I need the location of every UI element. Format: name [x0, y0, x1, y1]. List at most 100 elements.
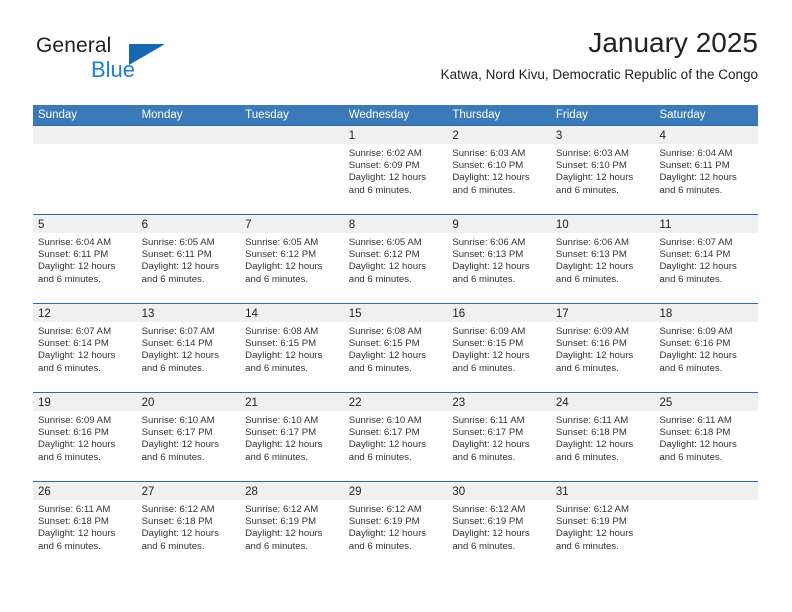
daylight-text-line1: Daylight: 12 hours — [348, 439, 427, 451]
sunrise-text: Sunrise: 6:09 AM — [659, 326, 733, 337]
sunset-text: Sunset: 6:17 PM — [141, 427, 213, 439]
sunset-text: Sunset: 6:18 PM — [555, 427, 627, 439]
daylight-text-line2: and 6 minutes. — [452, 184, 516, 196]
weekday-header-row: Sunday Monday Tuesday Wednesday Thursday… — [33, 105, 758, 125]
day-cell[interactable]: 2 Sunrise: 6:03 AM Sunset: 6:10 PM Daylight… — [447, 126, 551, 214]
day-cell[interactable]: 21 Sunrise: 6:10 AM Sunset: 6:17 PM Dayligh… — [240, 393, 344, 481]
daylight-text-line2: and 6 minutes. — [348, 540, 412, 552]
sunset-text: Sunset: 6:14 PM — [659, 249, 731, 261]
week-row: 1 Sunrise: 6:02 AM Sunset: 6:09 PM Daylight… — [33, 125, 759, 214]
day-number: 7 — [245, 219, 252, 231]
day-number: 24 — [555, 397, 569, 409]
weekday-header-friday: Friday — [555, 109, 588, 121]
day-number: 16 — [452, 308, 466, 320]
day-number: 2 — [452, 130, 459, 142]
day-number: 11 — [659, 219, 672, 231]
day-cell[interactable]: 24 Sunrise: 6:11 AM Sunset: 6:18 PM Dayligh… — [550, 393, 655, 481]
day-cell[interactable]: 26 Sunrise: 6:11 AM Sunset: 6:18 PM Dayligh… — [33, 482, 137, 570]
day-number: 4 — [659, 130, 666, 142]
daylight-text-line2: and 6 minutes. — [555, 540, 619, 552]
day-cell[interactable]: 1 Sunrise: 6:02 AM Sunset: 6:09 PM Daylight… — [343, 126, 448, 214]
day-cell[interactable]: 16 Sunrise: 6:09 AM Sunset: 6:15 PM Dayligh… — [447, 304, 551, 392]
sunrise-text: Sunrise: 6:11 AM — [555, 415, 629, 426]
day-cell[interactable]: 27 Sunrise: 6:12 AM Sunset: 6:18 PM Dayligh… — [136, 482, 241, 570]
day-cell[interactable]: 6 Sunrise: 6:05 AM Sunset: 6:11 PM Daylight… — [136, 215, 241, 303]
daylight-text-line2: and 6 minutes. — [141, 540, 205, 552]
logo-text-blue: Blue — [91, 57, 136, 82]
daylight-text-line1: Daylight: 12 hours — [141, 439, 219, 451]
sunrise-text: Sunrise: 6:05 AM — [245, 237, 319, 248]
logo-text-general: General — [36, 34, 112, 57]
daylight-text-line2: and 6 minutes. — [555, 273, 619, 285]
day-number: 5 — [38, 219, 45, 231]
weekday-header-sunday: Sunday — [38, 109, 78, 121]
sunset-text: Sunset: 6:14 PM — [38, 338, 109, 350]
day-cell[interactable]: 20 Sunrise: 6:10 AM Sunset: 6:17 PM Dayligh… — [136, 393, 241, 481]
day-cell[interactable] — [33, 126, 137, 214]
day-cell[interactable]: 29 Sunrise: 6:12 AM Sunset: 6:19 PM Dayligh… — [343, 482, 448, 570]
day-cell[interactable] — [136, 126, 241, 214]
sunrise-text: Sunrise: 6:09 AM — [452, 326, 526, 337]
day-cell[interactable]: 17 Sunrise: 6:09 AM Sunset: 6:16 PM Dayligh… — [550, 304, 655, 392]
day-number: 15 — [348, 308, 362, 320]
daylight-text-line2: and 6 minutes. — [555, 184, 619, 196]
day-cell[interactable]: 22 Sunrise: 6:10 AM Sunset: 6:17 PM Dayligh… — [343, 393, 448, 481]
daylight-text-line2: and 6 minutes. — [245, 451, 309, 463]
day-cell[interactable]: 15 Sunrise: 6:08 AM Sunset: 6:15 PM Dayligh… — [343, 304, 448, 392]
day-cell[interactable]: 9 Sunrise: 6:06 AM Sunset: 6:13 PM Daylight… — [447, 215, 551, 303]
sunset-text: Sunset: 6:19 PM — [452, 516, 524, 528]
sunrise-text: Sunrise: 6:12 AM — [245, 504, 319, 515]
daylight-text-line2: and 6 minutes. — [659, 184, 723, 196]
day-cell[interactable]: 31 Sunrise: 6:12 AM Sunset: 6:19 PM Dayligh… — [550, 482, 655, 570]
week-row: 19 Sunrise: 6:09 AM Sunset: 6:16 PM Dayligh… — [33, 392, 759, 481]
day-cell[interactable]: 3 Sunrise: 6:03 AM Sunset: 6:10 PM Daylight… — [550, 126, 655, 214]
daylight-text-line1: Daylight: 12 hours — [555, 350, 634, 362]
sunrise-text: Sunrise: 6:04 AM — [38, 237, 112, 248]
page-title: January 2025 — [588, 27, 758, 58]
day-cell[interactable]: 18 Sunrise: 6:09 AM Sunset: 6:16 PM Dayligh… — [654, 304, 759, 392]
daylight-text-line2: and 6 minutes. — [555, 362, 619, 374]
daylight-text-line1: Daylight: 12 hours — [452, 172, 530, 184]
day-cell[interactable]: 5 Sunrise: 6:04 AM Sunset: 6:11 PM Daylight… — [33, 215, 137, 303]
day-cell[interactable]: 30 Sunrise: 6:12 AM Sunset: 6:19 PM Dayligh… — [447, 482, 551, 570]
day-cell[interactable]: 12 Sunrise: 6:07 AM Sunset: 6:14 PM Dayligh… — [33, 304, 137, 392]
sunset-text: Sunset: 6:15 PM — [452, 338, 524, 350]
general-blue-logo: General Blue — [33, 34, 223, 90]
day-cell[interactable]: 13 Sunrise: 6:07 AM Sunset: 6:14 PM Dayligh… — [136, 304, 241, 392]
sunset-text: Sunset: 6:12 PM — [348, 249, 420, 261]
day-cell[interactable]: 10 Sunrise: 6:06 AM Sunset: 6:13 PM Dayligh… — [550, 215, 655, 303]
day-cell[interactable]: 7 Sunrise: 6:05 AM Sunset: 6:12 PM Daylight… — [240, 215, 344, 303]
sunset-text: Sunset: 6:11 PM — [38, 249, 109, 261]
daylight-text-line2: and 6 minutes. — [659, 273, 723, 285]
sunset-text: Sunset: 6:15 PM — [245, 338, 317, 350]
day-cell[interactable]: 23 Sunrise: 6:11 AM Sunset: 6:17 PM Dayligh… — [447, 393, 551, 481]
day-number: 22 — [348, 397, 362, 409]
daylight-text-line2: and 6 minutes. — [141, 362, 205, 374]
day-cell[interactable]: 19 Sunrise: 6:09 AM Sunset: 6:16 PM Dayligh… — [33, 393, 137, 481]
day-cell[interactable] — [654, 482, 759, 570]
weekday-header-tuesday: Tuesday — [245, 109, 289, 121]
day-number — [137, 130, 142, 142]
weekday-header-saturday: Saturday — [659, 109, 706, 121]
day-cell[interactable] — [240, 126, 344, 214]
day-cell[interactable]: 28 Sunrise: 6:12 AM Sunset: 6:19 PM Dayligh… — [240, 482, 344, 570]
daylight-text-line1: Daylight: 12 hours — [38, 350, 116, 362]
daylight-text-line1: Daylight: 12 hours — [38, 439, 116, 451]
daylight-text-line1: Daylight: 12 hours — [141, 528, 219, 540]
day-cell[interactable]: 11 Sunrise: 6:07 AM Sunset: 6:14 PM Dayligh… — [654, 215, 759, 303]
day-cell[interactable]: 4 Sunrise: 6:04 AM Sunset: 6:11 PM Daylight… — [654, 126, 759, 214]
sunset-text: Sunset: 6:12 PM — [245, 249, 317, 261]
sunrise-text: Sunrise: 6:03 AM — [555, 148, 629, 159]
sunset-text: Sunset: 6:18 PM — [141, 516, 213, 528]
sunset-text: Sunset: 6:10 PM — [452, 160, 524, 172]
sunrise-text: Sunrise: 6:02 AM — [348, 148, 422, 159]
sunset-text: Sunset: 6:17 PM — [348, 427, 420, 439]
day-cell[interactable]: 25 Sunrise: 6:11 AM Sunset: 6:18 PM Dayligh… — [654, 393, 759, 481]
day-number: 6 — [141, 219, 148, 231]
daylight-text-line1: Daylight: 12 hours — [245, 439, 323, 451]
daylight-text-line1: Daylight: 12 hours — [348, 528, 427, 540]
daylight-text-line2: and 6 minutes. — [38, 273, 101, 285]
day-number: 31 — [555, 486, 569, 498]
day-cell[interactable]: 8 Sunrise: 6:05 AM Sunset: 6:12 PM Daylight… — [343, 215, 448, 303]
day-cell[interactable]: 14 Sunrise: 6:08 AM Sunset: 6:15 PM Dayligh… — [240, 304, 344, 392]
